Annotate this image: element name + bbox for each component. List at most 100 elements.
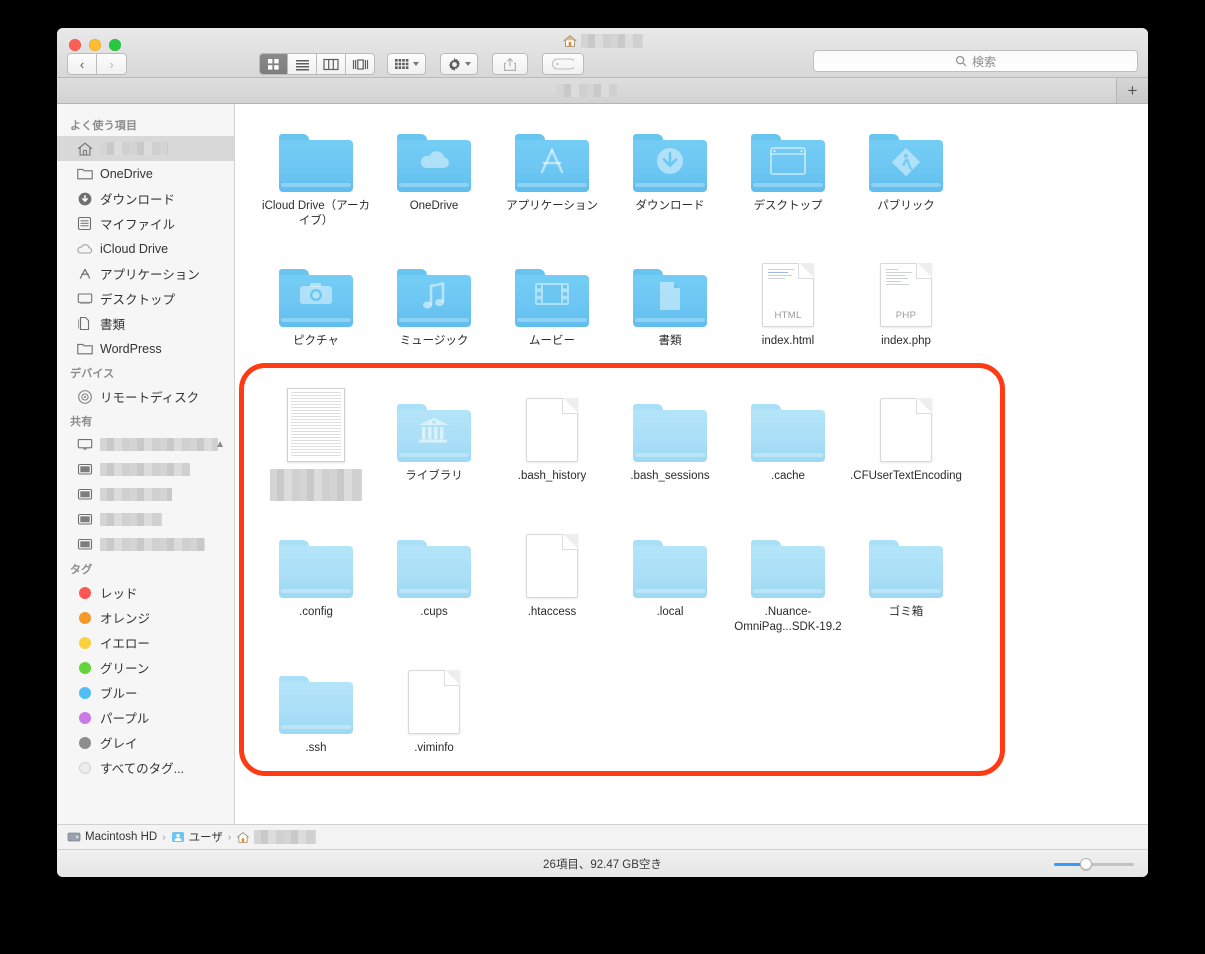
sidebar-item-applications[interactable]: アプリケーション <box>57 261 234 286</box>
file-item[interactable]: ダウンロード <box>611 118 729 253</box>
toolbar: ‹ › 検索 <box>57 50 1148 78</box>
slider-knob[interactable] <box>1080 858 1092 870</box>
file-label: .bash_sessions <box>630 470 710 482</box>
list-view-icon[interactable] <box>288 53 317 75</box>
file-item[interactable]: .Nuance-OmniPag...SDK-19.2 <box>729 524 847 660</box>
status-bar: 26項目、92.47 GB空き <box>57 849 1148 877</box>
sidebar-item-documents[interactable]: 書類 <box>57 311 234 336</box>
file-item[interactable]: 書類 <box>611 253 729 388</box>
sidebar-item-shared-2[interactable] <box>57 457 234 482</box>
file-item[interactable]: .local <box>611 524 729 660</box>
sidebar-item-onedrive[interactable]: OneDrive <box>57 161 234 186</box>
file-item[interactable]: .bash_history <box>493 388 611 524</box>
sidebar-item-label: グレイ <box>100 737 138 751</box>
folder-icon <box>395 396 473 462</box>
sidebar-item-allmyfiles[interactable]: マイファイル <box>57 211 234 236</box>
arrange-button[interactable] <box>387 53 426 75</box>
file-item[interactable]: ムービー <box>493 253 611 388</box>
file-item[interactable]: パブリック <box>847 118 965 253</box>
folder-icon <box>277 261 355 327</box>
folder-icon <box>277 126 355 192</box>
walker-icon <box>869 146 943 178</box>
file-label: .cache <box>771 470 805 482</box>
breadcrumb-item-users[interactable]: ユーザ <box>171 829 223 845</box>
sidebar-shared-label-redacted <box>100 513 162 526</box>
tag-dot-icon <box>76 609 93 626</box>
tab-active[interactable] <box>57 78 1116 103</box>
breadcrumb-item-home[interactable] <box>236 830 317 844</box>
file-item[interactable]: iCloud Drive（アーカイブ） <box>257 118 375 253</box>
sidebar-item-desktop[interactable]: デスクトップ <box>57 286 234 311</box>
file-item[interactable]: .cups <box>375 524 493 660</box>
action-button[interactable] <box>440 53 478 75</box>
file-label: ムービー <box>529 335 575 347</box>
sidebar-item-tag-red[interactable]: レッド <box>57 580 234 605</box>
new-tab-button[interactable]: + <box>1116 78 1148 103</box>
sidebar-item-wordpress[interactable]: WordPress <box>57 336 234 361</box>
file-item[interactable]: .cache <box>729 388 847 524</box>
file-label: .cups <box>420 606 448 618</box>
coverflow-view-icon[interactable] <box>346 53 375 75</box>
library-icon <box>397 416 471 444</box>
folder-icon <box>76 165 93 182</box>
sidebar-item-shared-3[interactable] <box>57 482 234 507</box>
tag-dot-icon <box>76 709 93 726</box>
file-label: ミュージック <box>399 335 469 347</box>
breadcrumb-item-macintosh-hd[interactable]: Macintosh HD <box>67 831 157 843</box>
window-body: よく使う項目 OneDrive ダウンロード マイファイル iCloud Dri… <box>57 104 1148 824</box>
house-icon <box>562 35 577 47</box>
eject-icon[interactable]: ▲ <box>215 439 225 450</box>
sidebar-item-iclouddrive[interactable]: iCloud Drive <box>57 236 234 261</box>
file-item[interactable]: .CFUserTextEncoding <box>847 388 965 524</box>
file-item[interactable] <box>257 388 375 524</box>
sidebar-item-downloads[interactable]: ダウンロード <box>57 186 234 211</box>
file-item[interactable]: .viminfo <box>375 660 493 796</box>
file-item[interactable]: ゴミ箱 <box>847 524 965 660</box>
sidebar-item-label: iCloud Drive <box>100 241 169 256</box>
view-mode-segmented-control <box>259 53 375 75</box>
search-field[interactable]: 検索 <box>813 50 1138 72</box>
path-bar: Macintosh HD › ユーザ › <box>57 824 1148 849</box>
tag-button[interactable] <box>542 53 584 75</box>
file-item[interactable]: PHP index.php <box>847 253 965 388</box>
document-preview-thumbnail <box>277 388 355 462</box>
file-item[interactable]: OneDrive <box>375 118 493 253</box>
sidebar-item-tag-purple[interactable]: パープル <box>57 705 234 730</box>
sidebar-item-label: アプリケーション <box>100 268 200 282</box>
sidebar-item-tag-gray[interactable]: グレイ <box>57 730 234 755</box>
sidebar-item-shared-1[interactable]: ▲ <box>57 432 234 457</box>
sidebar-item-shared-4[interactable] <box>57 507 234 532</box>
forward-button[interactable]: › <box>97 53 127 75</box>
file-icon-view[interactable]: iCloud Drive（アーカイブ） OneDrive アプリケーション ダウ… <box>235 104 1148 824</box>
share-button[interactable] <box>492 53 528 75</box>
sidebar-item-shared-5[interactable] <box>57 532 234 557</box>
sidebar-item-tag-green[interactable]: グリーン <box>57 655 234 680</box>
sidebar-item-all-tags[interactable]: すべてのタグ... <box>57 755 234 780</box>
sidebar-item-home[interactable] <box>57 136 234 161</box>
column-view-icon[interactable] <box>317 53 346 75</box>
icon-size-slider[interactable] <box>1054 858 1134 870</box>
sidebar-item-tag-yellow[interactable]: イエロー <box>57 630 234 655</box>
folder-icon <box>631 396 709 462</box>
grid-view-icon[interactable] <box>259 53 288 75</box>
file-item[interactable]: ミュージック <box>375 253 493 388</box>
chevron-down-icon <box>465 62 471 66</box>
sidebar-shared-label-redacted <box>100 488 172 501</box>
file-item[interactable]: .bash_sessions <box>611 388 729 524</box>
file-item[interactable]: .config <box>257 524 375 660</box>
file-item[interactable]: .ssh <box>257 660 375 796</box>
back-button[interactable]: ‹ <box>67 53 97 75</box>
file-item[interactable]: アプリケーション <box>493 118 611 253</box>
sidebar-item-remote-disc[interactable]: リモートディスク <box>57 384 234 409</box>
file-label: ピクチャ <box>293 335 339 347</box>
sidebar-item-tag-blue[interactable]: ブルー <box>57 680 234 705</box>
file-item[interactable]: デスクトップ <box>729 118 847 253</box>
file-item[interactable]: .htaccess <box>493 524 611 660</box>
folder-icon <box>277 668 355 734</box>
sidebar-item-tag-orange[interactable]: オレンジ <box>57 605 234 630</box>
file-item[interactable]: ライブラリ <box>375 388 493 524</box>
file-item[interactable]: ピクチャ <box>257 253 375 388</box>
file-item[interactable]: HTML index.html <box>729 253 847 388</box>
plain-file-icon <box>513 396 591 462</box>
plain-file-icon <box>867 396 945 462</box>
